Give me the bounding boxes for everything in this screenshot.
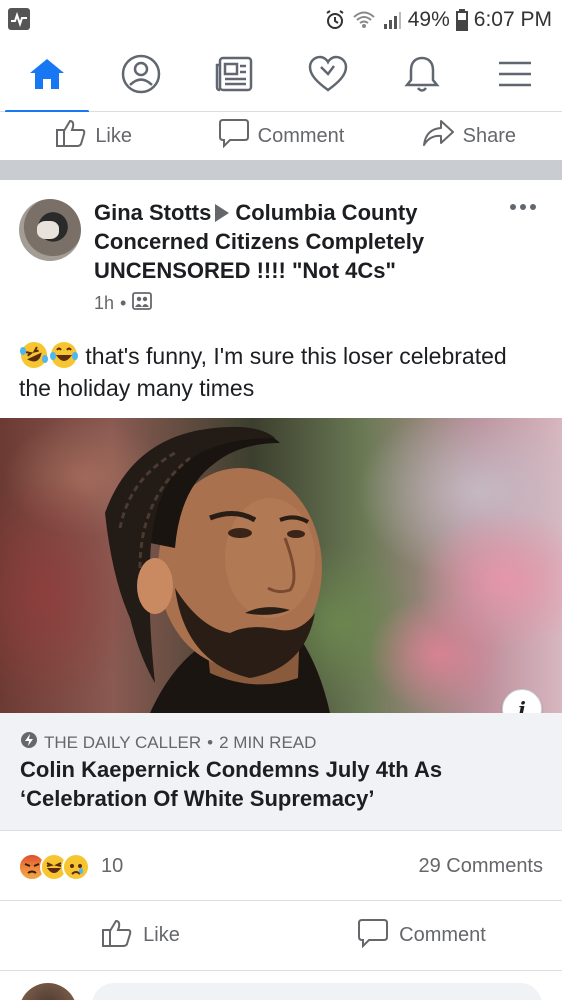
previous-post-actions: Like Comment Share: [0, 112, 562, 160]
battery-percent: 49%: [407, 8, 450, 31]
status-icons: 49% 6:07 PM: [324, 6, 552, 34]
feed-post: Gina Stotts Columbia County Concerned Cit…: [0, 180, 562, 1000]
author-name[interactable]: Gina Stotts: [94, 200, 211, 225]
more-dot-icon: [510, 204, 516, 210]
prev-share-button[interactable]: Share: [375, 112, 562, 160]
more-dot-icon: [530, 204, 536, 210]
link-preview[interactable]: THE DAILY CALLER • 2 MIN READ Colin Kaep…: [0, 713, 562, 831]
comment-icon: [218, 118, 250, 154]
like-button[interactable]: Like: [0, 901, 281, 970]
prev-comment-label: Comment: [257, 124, 345, 147]
prev-like-label: Like: [95, 124, 133, 147]
author-avatar[interactable]: [19, 199, 81, 261]
comment-button[interactable]: Comment: [281, 901, 562, 970]
newspaper-icon: [214, 55, 254, 98]
portrait-photo: [105, 426, 330, 713]
nav-notifications[interactable]: [375, 40, 469, 112]
bell-icon: [403, 54, 441, 99]
signal-icon: [382, 10, 402, 30]
wifi-icon: [352, 10, 376, 30]
more-dot-icon: [520, 204, 526, 210]
post-header: Gina Stotts Columbia County Concerned Cit…: [94, 198, 484, 285]
activity-icon: [8, 8, 30, 30]
comment-label: Comment: [399, 924, 486, 946]
profile-icon: [121, 54, 161, 99]
avatar-photo: [37, 221, 59, 239]
commenter-avatar[interactable]: [19, 983, 77, 1000]
link-source-dot: •: [207, 732, 214, 752]
alarm-icon: [324, 9, 346, 31]
prev-comment-button[interactable]: Comment: [187, 112, 374, 160]
home-icon: [27, 56, 67, 97]
nav-dating[interactable]: [281, 40, 375, 112]
post-time[interactable]: 1h: [94, 293, 114, 314]
comments-count[interactable]: 29 Comments: [419, 855, 544, 878]
link-preview-image[interactable]: i: [0, 418, 562, 713]
group-audience-icon: [132, 292, 153, 315]
like-label: Like: [143, 924, 180, 946]
post-body-text: that's funny, I'm sure this loser celebr…: [19, 343, 507, 401]
shared-to-arrow-icon: [215, 204, 230, 222]
post-actions: Like Comment: [0, 901, 562, 971]
reaction-count[interactable]: 10: [101, 855, 123, 878]
comment-preview: [0, 971, 562, 1000]
battery-icon: [455, 9, 468, 31]
feed-separator: [0, 160, 562, 180]
link-source-name: THE DAILY CALLER: [44, 732, 202, 752]
nav-news[interactable]: [187, 40, 281, 112]
nav-profile[interactable]: [94, 40, 188, 112]
post-meta: 1h •: [94, 292, 153, 315]
like-icon: [55, 118, 87, 154]
reaction-icons[interactable]: [18, 853, 90, 881]
lightning-icon: [20, 731, 38, 754]
nav-menu[interactable]: [468, 40, 562, 112]
sad-reaction-icon: [62, 853, 90, 881]
comment-icon: [357, 918, 389, 954]
link-title[interactable]: Colin Kaepernick Condemns July 4th As ‘C…: [20, 755, 540, 813]
heart-icon: [307, 55, 349, 98]
tears-of-joy-emoji-icon: [49, 340, 79, 370]
nav-home[interactable]: [0, 40, 94, 113]
reactions-summary: 10 29 Comments: [0, 831, 562, 901]
like-icon: [101, 918, 133, 954]
rofl-emoji-icon: [19, 340, 49, 370]
prev-share-label: Share: [462, 124, 516, 147]
link-read-time: 2 MIN READ: [219, 732, 317, 752]
post-text: that's funny, I'm sure this loser celebr…: [19, 340, 539, 404]
link-source-row: THE DAILY CALLER • 2 MIN READ: [20, 731, 316, 754]
meta-separator-dot: •: [120, 293, 127, 313]
clock-time: 6:07 PM: [473, 8, 552, 31]
hamburger-icon: [497, 59, 533, 94]
top-navigation: [0, 40, 562, 113]
more-options-button[interactable]: [510, 204, 536, 210]
prev-like-button[interactable]: Like: [0, 112, 187, 160]
share-icon: [421, 118, 455, 154]
status-bar: 49% 6:07 PM: [0, 0, 562, 40]
comment-bubble[interactable]: [92, 983, 542, 1000]
